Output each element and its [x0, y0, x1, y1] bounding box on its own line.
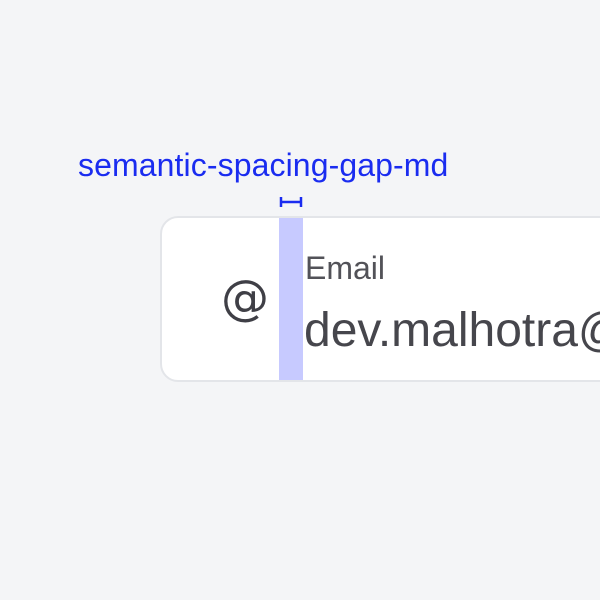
email-field-label: Email — [305, 250, 386, 286]
gap-md-highlight — [279, 218, 303, 380]
at-sign-icon: @ — [221, 270, 269, 326]
email-field-card[interactable]: @ Email dev.malhotra@ — [160, 216, 600, 382]
email-field-value[interactable]: dev.malhotra@ — [304, 302, 600, 360]
spacing-annotation-canvas: semantic-spacing-gap-md @ Email dev.malh… — [0, 0, 600, 600]
spacing-measure-bracket-icon — [279, 197, 303, 207]
spacing-token-label: semantic-spacing-gap-md — [78, 147, 449, 183]
